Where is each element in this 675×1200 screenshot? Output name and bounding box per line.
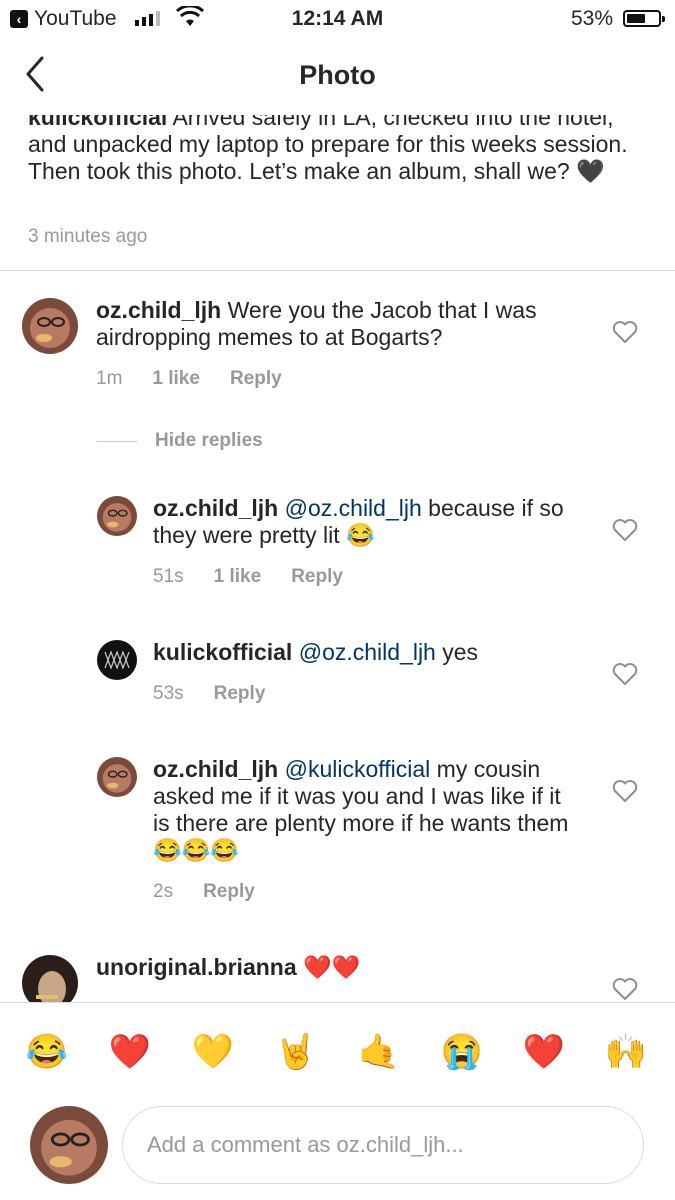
like-heart-icon[interactable] <box>612 779 638 803</box>
comment-meta: 2s Reply <box>153 881 255 903</box>
avatar <box>30 1106 108 1184</box>
likes-count[interactable]: 1 like <box>152 368 200 390</box>
avatar[interactable] <box>97 757 137 797</box>
mention-link[interactable]: @oz.child_ljh <box>292 639 436 665</box>
comment-input[interactable]: Add a comment as oz.child_ljh... <box>122 1106 644 1184</box>
mention-link[interactable]: @oz.child_ljh <box>278 495 422 521</box>
comment-body: yes <box>435 639 479 665</box>
comment-age: 2s <box>153 881 174 902</box>
red-heart-emoji-button-2[interactable]: ❤️ <box>521 1029 567 1075</box>
mention-link[interactable]: @kulickofficial <box>278 756 431 782</box>
comment-username[interactable]: oz.child_ljh <box>96 297 221 323</box>
reply-text: kulickofficial @oz.child_ljh yes <box>153 639 583 666</box>
battery-icon <box>623 10 665 27</box>
rock-on-emoji-button[interactable]: 🤘 <box>273 1029 319 1075</box>
like-heart-icon[interactable] <box>612 977 638 1001</box>
crying-emoji-button[interactable]: 😭 <box>439 1029 485 1075</box>
comment-age: 1m <box>96 368 123 389</box>
reply-button[interactable]: Reply <box>203 881 255 903</box>
comment-composer: Add a comment as oz.child_ljh... <box>0 1098 675 1200</box>
comment-text: unoriginal.brianna ❤️❤️ <box>96 954 576 981</box>
call-me-emoji-button[interactable]: 🤙 <box>356 1029 402 1075</box>
yellow-heart-emoji-button[interactable]: 💛 <box>190 1029 236 1075</box>
comment-meta: 53s Reply <box>153 683 265 705</box>
comment-meta: 1m 1 like Reply <box>96 368 282 390</box>
like-heart-icon[interactable] <box>612 518 638 542</box>
comment-username[interactable]: unoriginal.brianna <box>96 954 297 980</box>
raised-hands-emoji-button[interactable]: 🙌 <box>603 1029 649 1075</box>
nav-bar: Photo <box>0 38 675 115</box>
comment-body: ❤️❤️ <box>296 954 361 980</box>
red-heart-emoji-button[interactable]: ❤️ <box>107 1029 153 1075</box>
post-caption: kulickofficial Arrived safely in LA, che… <box>28 104 658 185</box>
like-heart-icon[interactable] <box>612 320 638 344</box>
comment-username[interactable]: oz.child_ljh <box>153 495 278 521</box>
hide-replies-toggle[interactable]: Hide replies <box>97 430 263 452</box>
status-bar: ‹ YouTube 12:14 AM 53% <box>0 0 675 38</box>
page-title: Photo <box>299 60 376 90</box>
comment-username[interactable]: oz.child_ljh <box>153 756 278 782</box>
avatar[interactable] <box>97 640 137 680</box>
emoji-quick-bar: 😂 ❤️ 💛 🤘 🤙 😭 ❤️ 🙌 <box>0 1002 675 1099</box>
avatar[interactable] <box>97 496 137 536</box>
divider <box>97 440 137 442</box>
avatar[interactable] <box>22 298 78 354</box>
hide-replies-label: Hide replies <box>155 430 263 451</box>
tears-of-joy-emoji-button[interactable]: 😂 <box>24 1029 70 1075</box>
comment-meta: 51s 1 like Reply <box>153 566 343 588</box>
like-heart-icon[interactable] <box>612 662 638 686</box>
reply-text: oz.child_ljh @oz.child_ljh because if so… <box>153 495 583 549</box>
reply-button[interactable]: Reply <box>291 566 343 588</box>
comment-age: 53s <box>153 683 184 704</box>
comment-age: 51s <box>153 566 184 587</box>
reply-text: oz.child_ljh @kulickofficial my cousin a… <box>153 756 573 864</box>
divider <box>0 270 675 271</box>
battery-percent: 53% <box>570 7 613 30</box>
reply-button[interactable]: Reply <box>230 368 282 390</box>
comment-text: oz.child_ljh Were you the Jacob that I w… <box>96 297 576 351</box>
reply-button[interactable]: Reply <box>214 683 266 705</box>
comment-username[interactable]: kulickofficial <box>153 639 292 665</box>
likes-count[interactable]: 1 like <box>214 566 262 588</box>
caption-timestamp: 3 minutes ago <box>28 226 148 247</box>
